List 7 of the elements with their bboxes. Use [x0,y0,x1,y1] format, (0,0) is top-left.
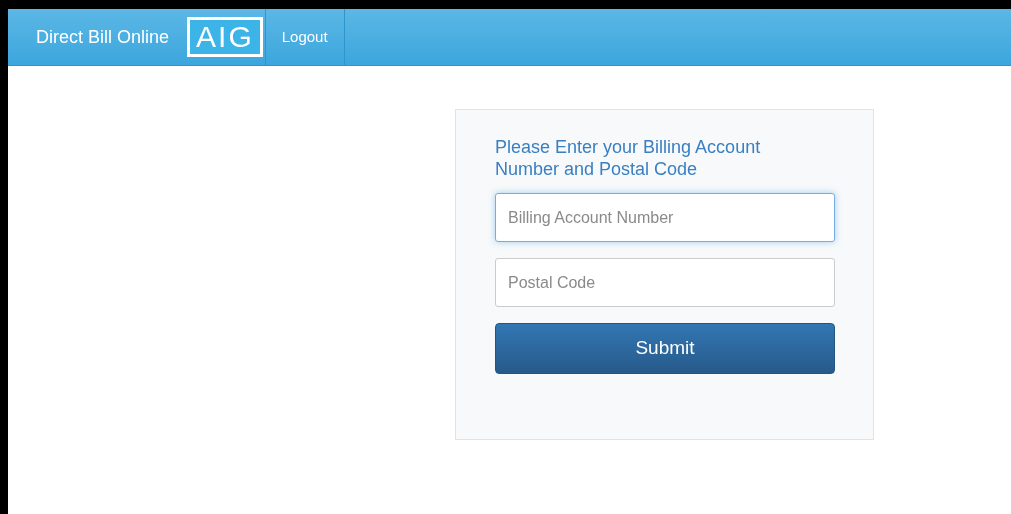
text-input[interactable]: Postal Code [495,258,835,307]
form-heading: Please Enter your Billing Account Number and Postal Code [495,136,762,180]
brand-title[interactable]: Direct Bill Online [8,9,188,65]
logout-link[interactable]: Logout [264,9,345,65]
logo: AIG [187,17,263,57]
submit-button[interactable]: Submit [495,323,835,374]
text-input[interactable]: Billing Account Number [495,193,835,242]
